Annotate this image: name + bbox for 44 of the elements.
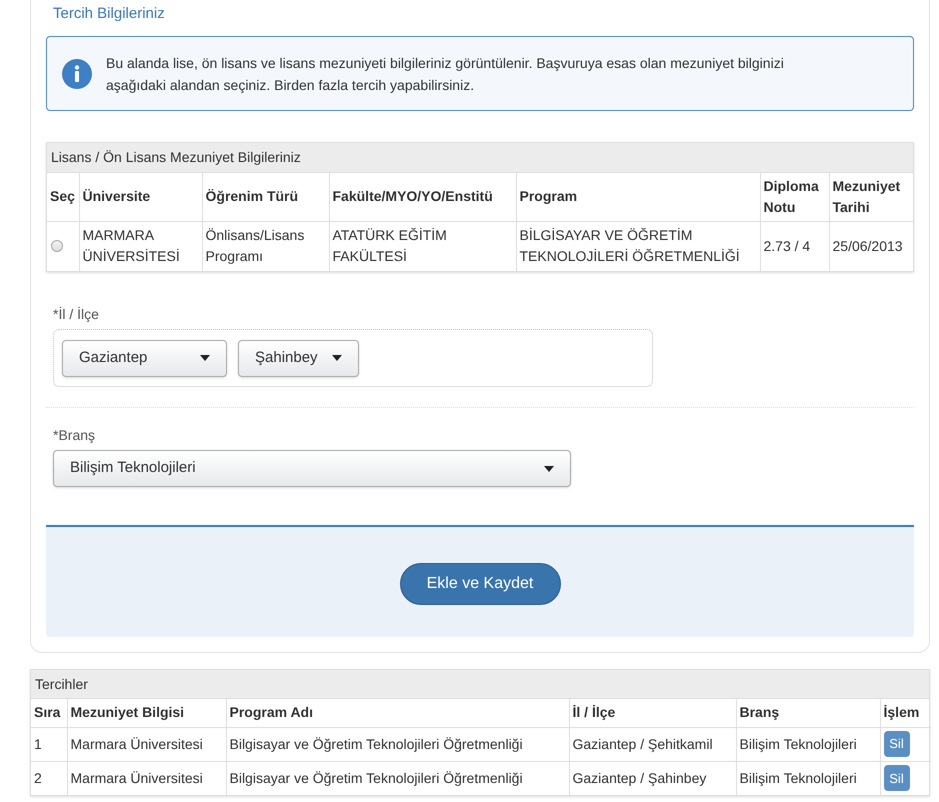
province-select[interactable]: Gaziantep	[62, 340, 227, 376]
section-title: Tercih Bilgileriniz	[52, 4, 166, 24]
table-cell: Gaziantep / Şehitkamil	[569, 727, 736, 761]
table-cell: Önlisans/Lisans Programı	[202, 221, 329, 271]
info-icon	[62, 58, 92, 88]
table-cell: MARMARA ÜNİVERSİTESİ	[79, 221, 202, 271]
table-cell: 1	[31, 727, 67, 761]
caret-icon	[544, 466, 554, 472]
table-cell: 2	[31, 761, 67, 795]
column-header: İşlem	[880, 699, 931, 727]
table-cell: Marmara Üniversitesi	[67, 761, 226, 795]
info-text: Bu alanda lise, ön lisans ve lisans mezuniyeti bilgileriniz görüntülenir. Başvuruya esas olan mezuniyet bilginizi aşağıdaki alandan seçiniz. Birden fazla tercih yapabilirsiniz.	[106, 54, 785, 95]
district-select[interactable]: Şahinbey	[238, 340, 359, 376]
table-cell: BİLGİSAYAR VE ÖĞRETİM TEKNOLOJİLERİ ÖĞRETMENLİĞİ	[516, 221, 760, 271]
caret-icon	[200, 355, 210, 361]
branch-select[interactable]: Bilişim Teknolojileri	[53, 450, 571, 487]
radio-button[interactable]	[51, 240, 63, 252]
table-cell: Bilgisayar ve Öğretim Teknolojileri Öğretmenliği	[226, 761, 569, 795]
table-cell: Marmara Üniversitesi	[67, 727, 226, 761]
column-header: Diploma Notu	[760, 173, 829, 221]
column-header: İl / İlçe	[569, 699, 736, 727]
column-header: Seç	[47, 173, 79, 221]
field-label: *İl / İlçe	[53, 305, 100, 324]
panel-title: Tercihler	[31, 670, 929, 699]
table-cell: 25/06/2013	[829, 221, 914, 271]
table-cell: Bilişim Teknolojileri	[736, 761, 880, 795]
column-header: Üniversite	[79, 173, 202, 221]
column-header: Sıra	[31, 699, 67, 727]
table-cell: 2.73 / 4	[760, 221, 829, 271]
column-header: Branş	[736, 699, 880, 727]
column-header: Program Adı	[226, 699, 569, 727]
column-header: Fakülte/MYO/YO/Enstitü	[329, 173, 516, 221]
table-cell: Bilgisayar ve Öğretim Teknolojileri Öğretmenliği	[226, 727, 569, 761]
column-header: Mezuniyet Bilgisi	[67, 699, 226, 727]
save-button[interactable]: Ekle ve Kaydet	[400, 563, 560, 605]
caret-icon	[332, 355, 342, 361]
panel-title: Lisans / Ön Lisans Mezuniyet Bilgileriniz	[47, 143, 913, 173]
table-cell: ATATÜRK EĞİTİM FAKÜLTESİ	[329, 221, 516, 271]
column-header: Program	[516, 173, 760, 221]
column-header: Mezuniyet Tarihi	[829, 173, 914, 221]
table-cell: Gaziantep / Şahinbey	[569, 761, 736, 795]
field-label: *Branş	[53, 426, 96, 445]
table-cell: Bilişim Teknolojileri	[736, 727, 880, 761]
column-header: Öğrenim Türü	[202, 173, 329, 221]
